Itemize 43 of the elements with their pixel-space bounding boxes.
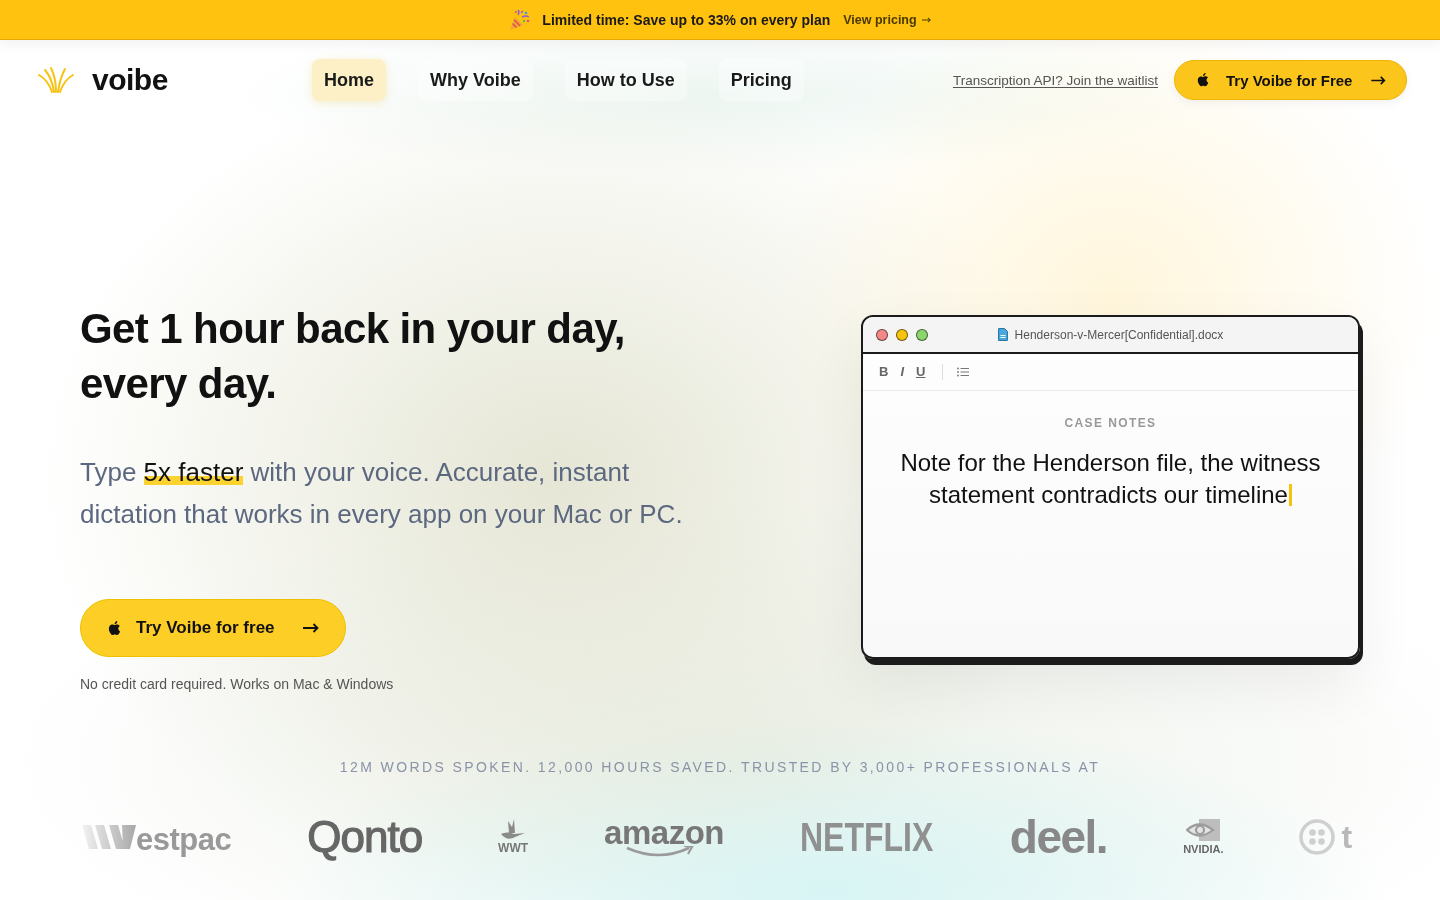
arrow-right-icon [303,623,319,633]
apple-icon [108,620,121,636]
api-waitlist-link[interactable]: Transcription API? Join the waitlist [952,72,1158,88]
logo-wordmark: deel. [1009,810,1108,864]
nav-tab[interactable]: Pricing [718,59,804,101]
party-popper-icon [509,8,532,31]
stats-headline: 12M WORDS SPOKEN. 12,000 HOURS SAVED. TRUSTED BY 3,000+ PROFESSIONALS AT [338,758,1102,777]
zoom-window-icon[interactable] [916,328,928,341]
logo-wordmark: amazon [604,817,724,848]
slanted-stripes-icon [82,825,136,849]
format-button[interactable]: B [874,362,894,382]
arrow-right-icon [1371,75,1386,85]
trial-note: No credit card required. Works on Mac & Windows [80,675,395,694]
promo-text: Limited time: Save up to 33% on every plan [542,11,831,28]
try-free-button[interactable]: Try Voibe for Free [1174,60,1407,100]
logo-wordmark: estpac [136,822,232,858]
logo-wordmark: NETFLIX [799,813,934,861]
smile-arrow-icon [626,845,697,857]
file-name: Henderson-v-Mercer[Confidential].docx [1014,327,1224,342]
format-button[interactable]: U [911,362,931,382]
bird-icon [500,819,527,841]
brand-name[interactable]: voibe [92,63,168,97]
arrow-right-icon [921,16,931,23]
note-text: Note for the Henderson file, the witness statement contradicts our timeline [889,447,1332,511]
apple-icon [1197,73,1209,87]
view-pricing-link[interactable]: View pricing [843,12,931,27]
nav-tab[interactable]: How to Use [564,59,687,101]
eye-mark-icon [1186,818,1221,841]
logo-wordmark: Qonto [307,812,423,862]
try-free-button[interactable]: Try Voibe for free [80,599,346,657]
logo-wordmark: t [1341,818,1353,856]
hero-title: Get 1 hour back in your day, every day. [80,304,626,409]
wave-logo-icon [37,66,75,94]
nav-tab[interactable]: Home [312,59,386,101]
section-label: CASE NOTES [1063,415,1158,431]
list-icon[interactable] [957,367,970,377]
four-dots-ring-icon [1299,819,1336,855]
format-button[interactable]: I [895,362,909,382]
document-icon [997,328,1008,341]
minimize-window-icon[interactable] [896,328,908,341]
close-window-icon[interactable] [876,328,888,341]
logo-wordmark: NVIDIA. [1183,842,1224,856]
logo-wordmark: WWT [498,842,529,855]
